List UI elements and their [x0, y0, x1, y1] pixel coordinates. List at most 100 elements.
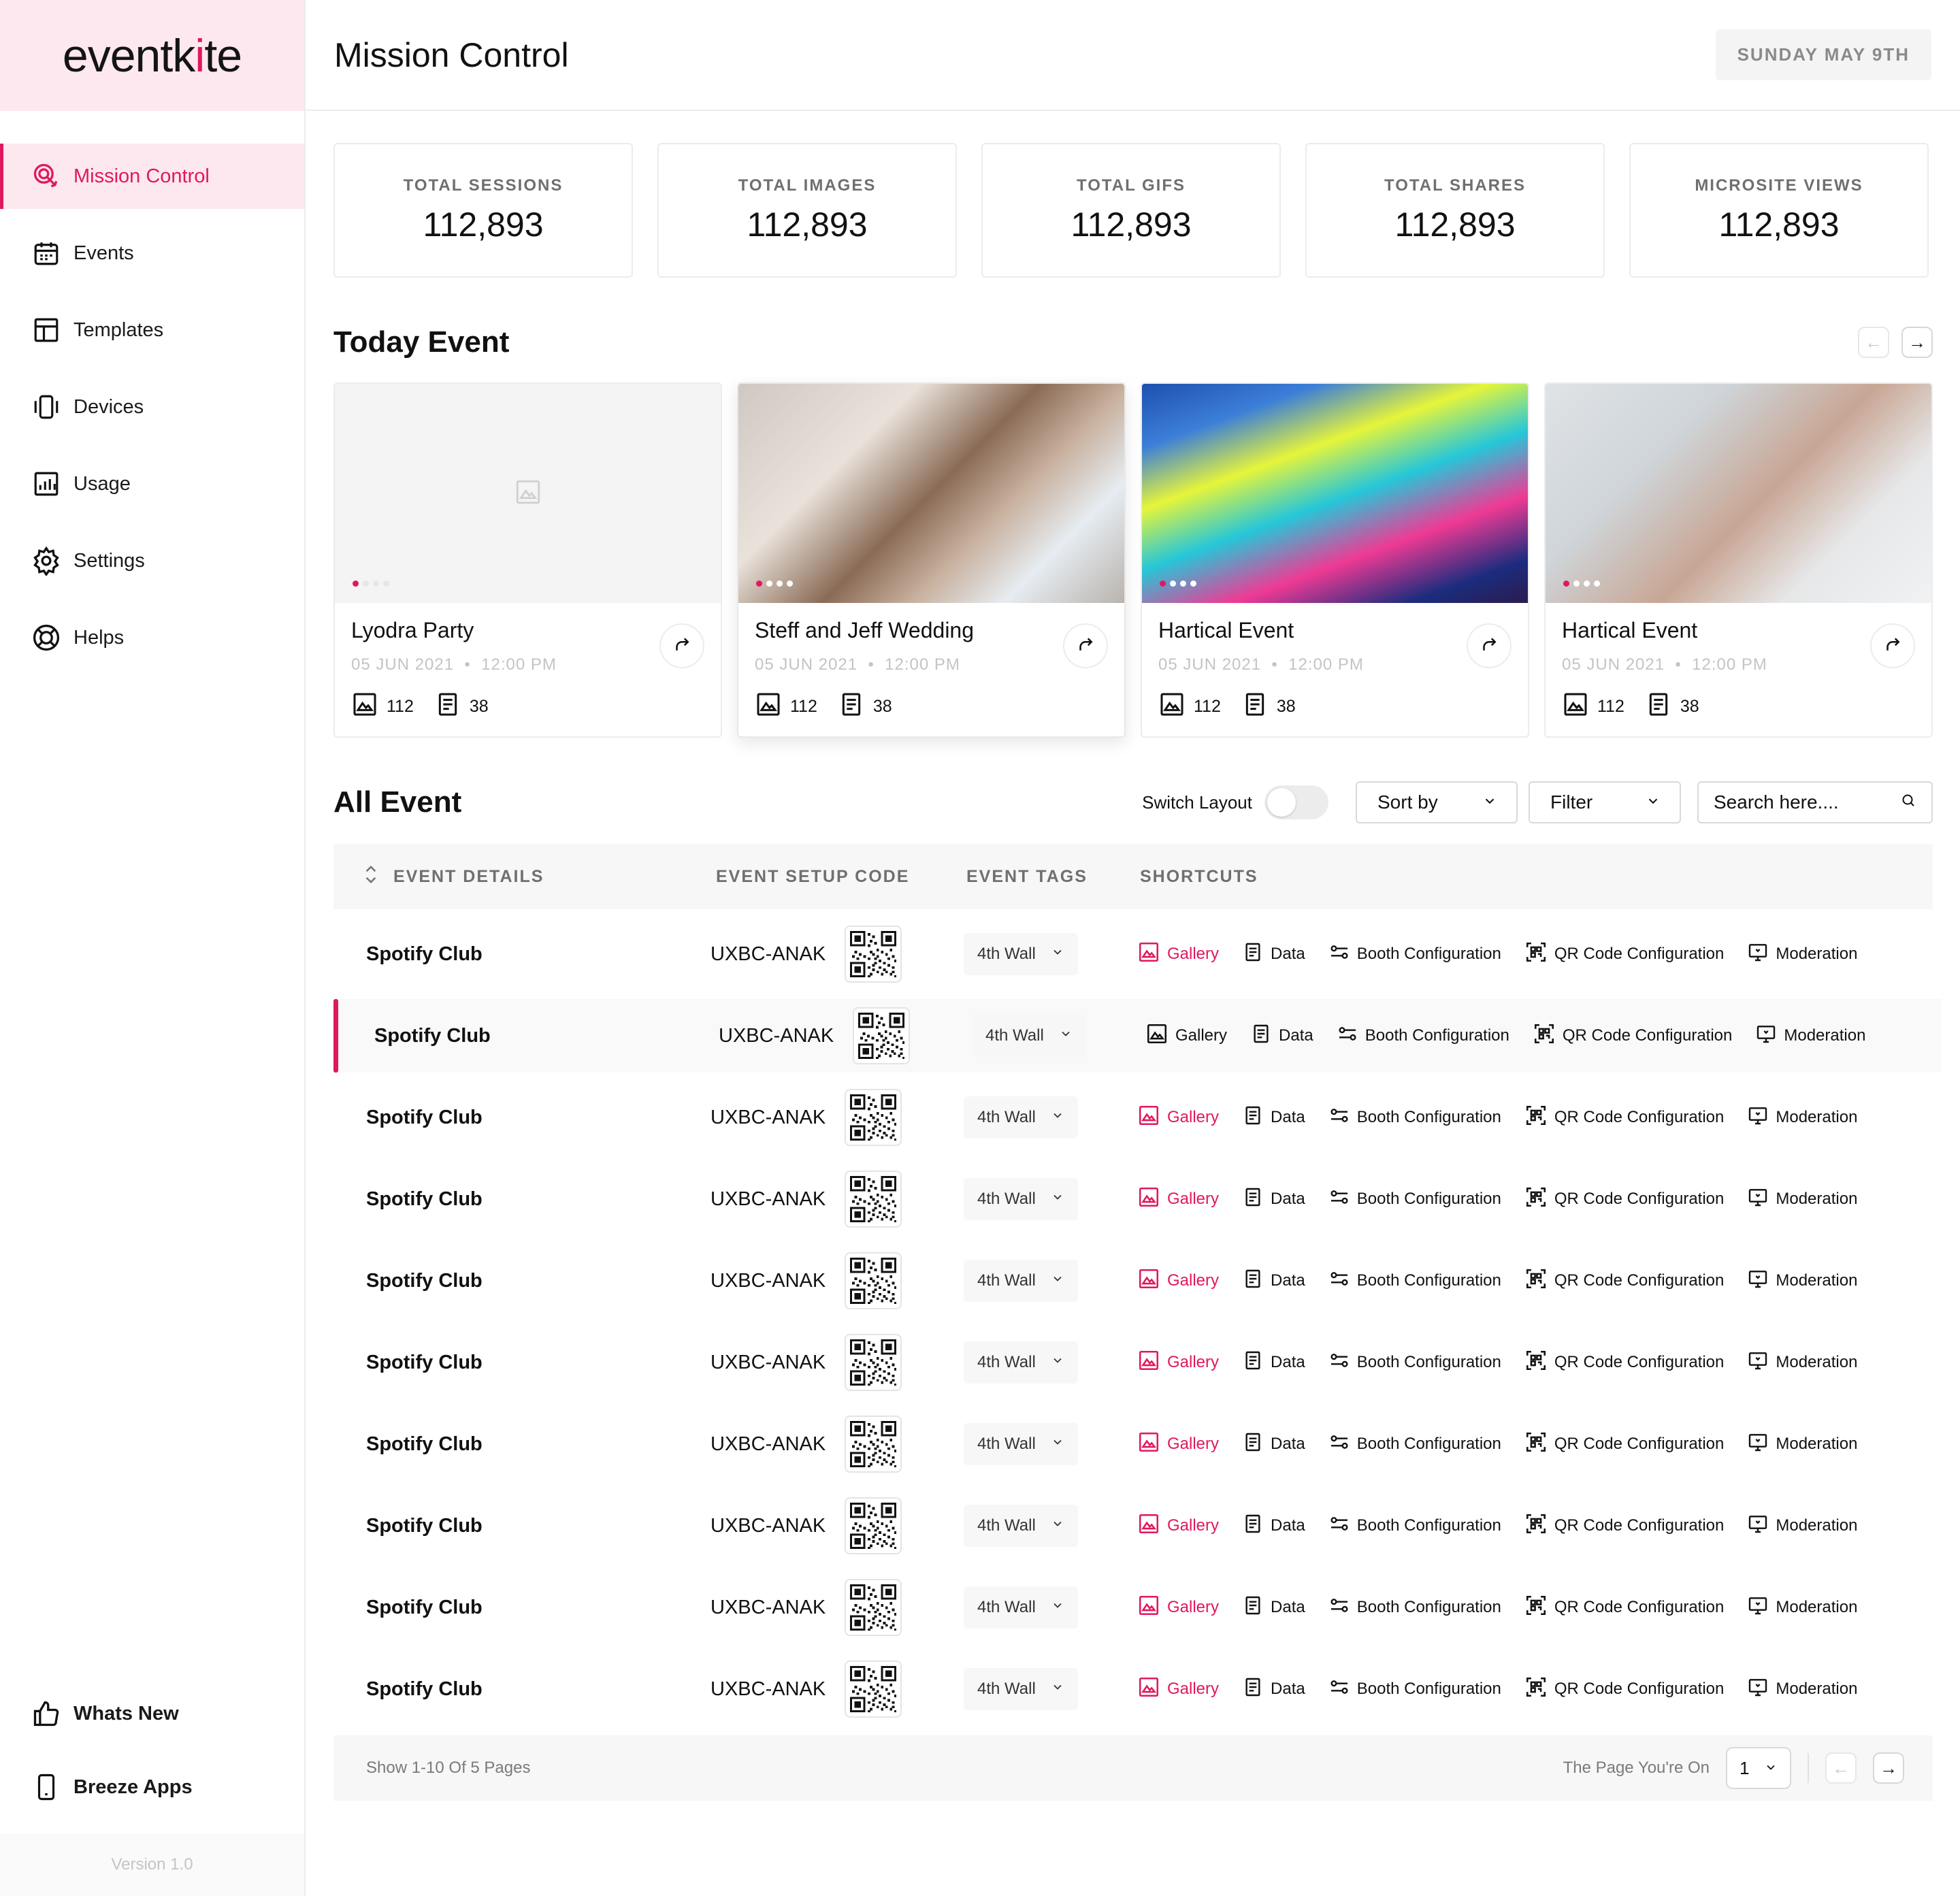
event-tag-dropdown[interactable]: 4th Wall [964, 1260, 1078, 1302]
event-tag-dropdown[interactable]: 4th Wall [964, 1341, 1078, 1384]
booth-configuration-shortcut[interactable]: Booth Configuration [1328, 1350, 1501, 1376]
sort-by-dropdown[interactable]: Sort by [1356, 781, 1518, 823]
qr-code-configuration-shortcut[interactable]: QR Code Configuration [1524, 1267, 1724, 1295]
qr-code-configuration-shortcut[interactable]: QR Code Configuration [1524, 1349, 1724, 1377]
table-row[interactable]: Spotify Club UXBC-ANAK 4th Wall Gallery … [333, 1407, 1933, 1481]
qr-code-configuration-shortcut[interactable]: QR Code Configuration [1524, 1594, 1724, 1622]
gallery-shortcut[interactable]: Gallery [1137, 1431, 1219, 1458]
gallery-shortcut[interactable]: Gallery [1137, 1104, 1219, 1132]
sidebar-item-events[interactable]: Events [0, 220, 304, 286]
gallery-shortcut[interactable]: Gallery [1137, 1186, 1219, 1213]
booth-configuration-shortcut[interactable]: Booth Configuration [1337, 1023, 1509, 1049]
gallery-shortcut[interactable]: Gallery [1137, 1349, 1219, 1377]
sidebar-item-helps[interactable]: Helps [0, 605, 304, 670]
qr-code-icon[interactable] [845, 1497, 902, 1554]
search-input[interactable]: Search here.... [1697, 781, 1933, 823]
qr-code-icon[interactable] [845, 1334, 902, 1391]
next-arrow-button[interactable]: → [1901, 327, 1933, 358]
data-shortcut[interactable]: Data [1242, 1186, 1305, 1213]
share-button[interactable] [1870, 623, 1915, 668]
qr-code-icon[interactable] [845, 1416, 902, 1473]
prev-arrow-button[interactable]: ← [1858, 327, 1889, 358]
sidebar-item-mission-control[interactable]: Mission Control [0, 144, 304, 209]
share-button[interactable] [1063, 623, 1108, 668]
share-button[interactable] [1467, 623, 1512, 668]
booth-configuration-shortcut[interactable]: Booth Configuration [1328, 1431, 1501, 1458]
data-shortcut[interactable]: Data [1242, 1268, 1305, 1294]
gallery-shortcut[interactable]: Gallery [1137, 1512, 1219, 1540]
data-shortcut[interactable]: Data [1242, 1431, 1305, 1458]
qr-code-configuration-shortcut[interactable]: QR Code Configuration [1524, 941, 1724, 968]
booth-configuration-shortcut[interactable]: Booth Configuration [1328, 1513, 1501, 1539]
data-shortcut[interactable]: Data [1242, 1676, 1305, 1703]
gallery-shortcut[interactable]: Gallery [1137, 941, 1219, 968]
moderation-shortcut[interactable]: Moderation [1747, 1350, 1857, 1376]
event-tag-dropdown[interactable]: 4th Wall [964, 1668, 1078, 1710]
booth-configuration-shortcut[interactable]: Booth Configuration [1328, 1105, 1501, 1131]
switch-layout-toggle[interactable] [1264, 785, 1328, 819]
table-row[interactable]: Spotify Club UXBC-ANAK 4th Wall Gallery … [333, 1081, 1933, 1154]
sidebar-item-usage[interactable]: Usage [0, 451, 304, 517]
filter-dropdown[interactable]: Filter [1529, 781, 1681, 823]
qr-code-icon[interactable] [845, 1661, 902, 1718]
sidebar-item-whats-new[interactable]: Whats New [0, 1681, 304, 1746]
gallery-shortcut[interactable]: Gallery [1137, 1267, 1219, 1295]
qr-code-configuration-shortcut[interactable]: QR Code Configuration [1524, 1512, 1724, 1540]
data-shortcut[interactable]: Data [1242, 1350, 1305, 1376]
event-card[interactable]: Hartical Event 05 JUN 2021 • 12:00 PM 11… [1141, 382, 1529, 738]
event-tag-dropdown[interactable]: 4th Wall [964, 1423, 1078, 1465]
column-header-event-details[interactable]: EVENT DETAILS [333, 864, 716, 890]
moderation-shortcut[interactable]: Moderation [1747, 1676, 1857, 1703]
moderation-shortcut[interactable]: Moderation [1747, 1105, 1857, 1131]
data-shortcut[interactable]: Data [1242, 1595, 1305, 1621]
booth-configuration-shortcut[interactable]: Booth Configuration [1328, 1268, 1501, 1294]
table-row[interactable]: Spotify Club UXBC-ANAK 4th Wall Gallery … [333, 1244, 1933, 1318]
booth-configuration-shortcut[interactable]: Booth Configuration [1328, 1676, 1501, 1703]
moderation-shortcut[interactable]: Moderation [1755, 1023, 1865, 1049]
moderation-shortcut[interactable]: Moderation [1747, 1595, 1857, 1621]
event-tag-dropdown[interactable]: 4th Wall [972, 1015, 1086, 1057]
sidebar-item-devices[interactable]: Devices [0, 374, 304, 440]
gallery-shortcut[interactable]: Gallery [1145, 1022, 1227, 1050]
moderation-shortcut[interactable]: Moderation [1747, 1431, 1857, 1458]
data-shortcut[interactable]: Data [1242, 1105, 1305, 1131]
next-page-button[interactable]: → [1873, 1752, 1904, 1784]
booth-configuration-shortcut[interactable]: Booth Configuration [1328, 941, 1501, 968]
booth-configuration-shortcut[interactable]: Booth Configuration [1328, 1186, 1501, 1213]
table-row[interactable]: Spotify Club UXBC-ANAK 4th Wall Gallery … [333, 1571, 1933, 1644]
share-button[interactable] [659, 623, 704, 668]
logo[interactable]: eventkite [63, 29, 242, 82]
qr-code-configuration-shortcut[interactable]: QR Code Configuration [1524, 1186, 1724, 1213]
page-select[interactable]: 1 [1726, 1747, 1791, 1789]
data-shortcut[interactable]: Data [1250, 1023, 1313, 1049]
sidebar-item-settings[interactable]: Settings [0, 528, 304, 593]
qr-code-configuration-shortcut[interactable]: QR Code Configuration [1524, 1104, 1724, 1132]
event-tag-dropdown[interactable]: 4th Wall [964, 1505, 1078, 1547]
table-row[interactable]: Spotify Club UXBC-ANAK 4th Wall Gallery … [333, 999, 1941, 1073]
data-shortcut[interactable]: Data [1242, 941, 1305, 968]
event-card[interactable]: Steff and Jeff Wedding 05 JUN 2021 • 12:… [737, 382, 1126, 738]
event-tag-dropdown[interactable]: 4th Wall [964, 1586, 1078, 1629]
booth-configuration-shortcut[interactable]: Booth Configuration [1328, 1595, 1501, 1621]
qr-code-configuration-shortcut[interactable]: QR Code Configuration [1524, 1431, 1724, 1458]
qr-code-icon[interactable] [845, 1089, 902, 1146]
event-card[interactable]: Lyodra Party 05 JUN 2021 • 12:00 PM 112 … [333, 382, 722, 738]
event-tag-dropdown[interactable]: 4th Wall [964, 933, 1078, 975]
table-row[interactable]: Spotify Club UXBC-ANAK 4th Wall Gallery … [333, 1326, 1933, 1399]
qr-code-icon[interactable] [845, 1171, 902, 1228]
table-row[interactable]: Spotify Club UXBC-ANAK 4th Wall Gallery … [333, 1652, 1933, 1726]
event-card[interactable]: Hartical Event 05 JUN 2021 • 12:00 PM 11… [1544, 382, 1933, 738]
moderation-shortcut[interactable]: Moderation [1747, 941, 1857, 968]
table-row[interactable]: Spotify Club UXBC-ANAK 4th Wall Gallery … [333, 1162, 1933, 1236]
qr-code-icon[interactable] [853, 1007, 911, 1064]
qr-code-icon[interactable] [845, 1252, 902, 1309]
qr-code-icon[interactable] [845, 1579, 902, 1636]
moderation-shortcut[interactable]: Moderation [1747, 1268, 1857, 1294]
moderation-shortcut[interactable]: Moderation [1747, 1513, 1857, 1539]
prev-page-button[interactable]: ← [1825, 1752, 1857, 1784]
sidebar-item-templates[interactable]: Templates [0, 297, 304, 363]
qr-code-configuration-shortcut[interactable]: QR Code Configuration [1524, 1676, 1724, 1703]
qr-code-icon[interactable] [845, 926, 902, 983]
event-tag-dropdown[interactable]: 4th Wall [964, 1178, 1078, 1220]
table-row[interactable]: Spotify Club UXBC-ANAK 4th Wall Gallery … [333, 1489, 1933, 1563]
